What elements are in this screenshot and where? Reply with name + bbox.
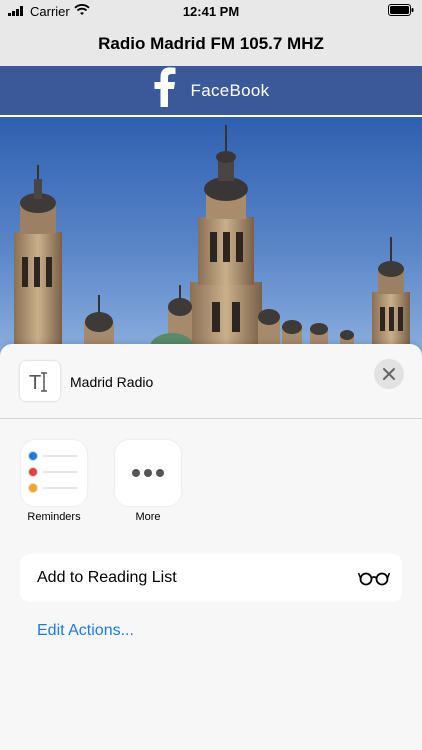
status-bar: Carrier 12:41 PM xyxy=(0,0,422,22)
share-title: Madrid Radio xyxy=(70,374,154,390)
status-time: 12:41 PM xyxy=(182,4,240,19)
battery-icon xyxy=(388,4,414,19)
reminders-label: Reminders xyxy=(27,511,81,523)
facebook-label: FaceBook xyxy=(190,80,270,100)
text-document-icon: T xyxy=(20,361,60,401)
page-title: Radio Madrid FM 105.7 MHZ xyxy=(98,34,324,53)
more-label: More xyxy=(135,511,161,523)
facebook-icon xyxy=(153,67,177,114)
reminders-icon xyxy=(28,451,77,493)
reading-glasses-icon xyxy=(357,568,391,591)
add-to-reading-list-button[interactable]: Add to Reading List xyxy=(20,554,402,602)
close-button[interactable] xyxy=(374,359,404,389)
navigation-bar: Radio Madrid FM 105.7 MHZ xyxy=(0,22,422,67)
action-label: Add to Reading List xyxy=(37,569,177,586)
edit-actions-link[interactable]: Edit Actions... xyxy=(37,622,134,640)
share-sheet: T Madrid Radio Reminders More Add to Rea… xyxy=(0,344,422,750)
svg-text:T: T xyxy=(29,372,41,394)
hero-image xyxy=(0,117,422,357)
more-app-button[interactable] xyxy=(115,440,181,506)
more-icon xyxy=(132,469,164,477)
share-sheet-header: T Madrid Radio xyxy=(0,344,422,419)
facebook-button[interactable]: FaceBook xyxy=(0,66,422,115)
close-icon xyxy=(383,368,395,380)
reminders-app-button[interactable] xyxy=(21,440,87,506)
